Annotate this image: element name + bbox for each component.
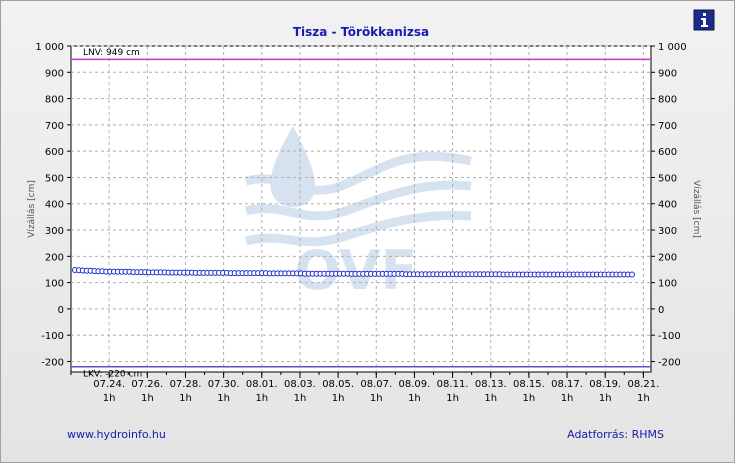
x-tick-time: 1h	[523, 393, 536, 404]
reference-line-label: LNV: 949 cm	[83, 48, 140, 58]
x-tick-date: 08.11.	[437, 379, 469, 390]
x-tick-date: 08.05.	[322, 379, 354, 390]
y-tick-label: 0	[658, 305, 664, 316]
y-axis-right: 1 0009008007006005004003002001000-100-20…	[651, 42, 687, 368]
info-icon[interactable]	[693, 9, 715, 31]
x-tick-date: 08.09.	[399, 379, 431, 390]
y-tick-label: 600	[45, 147, 64, 158]
x-tick-date: 07.26.	[131, 379, 163, 390]
x-tick-time: 1h	[408, 393, 421, 404]
x-tick-time: 1h	[484, 393, 497, 404]
x-tick-date: 08.01.	[246, 379, 278, 390]
x-tick-date: 08.15.	[513, 379, 545, 390]
y-tick-label: -100	[41, 331, 64, 342]
chart-svg: Tisza - Törökkanizsa OVF LNV: 949 cmLKV:…	[27, 9, 715, 441]
y-axis-label-left: Vízállás [cm]	[27, 180, 37, 238]
x-tick-time: 1h	[217, 393, 230, 404]
y-axis-left: 1 0009008007006005004003002001000-100-20…	[35, 42, 71, 368]
x-tick-time: 1h	[179, 393, 192, 404]
x-tick-date: 08.19.	[589, 379, 621, 390]
y-tick-label: 300	[658, 226, 677, 237]
watermark-text: OVF	[294, 239, 417, 302]
x-tick-time: 1h	[370, 393, 383, 404]
y-tick-label: -200	[658, 357, 681, 368]
y-tick-label: 800	[45, 95, 64, 106]
x-tick-time: 1h	[255, 393, 268, 404]
y-axis-label-right: Vízállás [cm]	[691, 180, 701, 238]
x-tick-time: 1h	[294, 393, 307, 404]
x-tick-date: 07.30.	[208, 379, 240, 390]
x-tick-time: 1h	[103, 393, 116, 404]
x-tick-time: 1h	[332, 393, 345, 404]
x-tick-date: 08.13.	[475, 379, 507, 390]
y-tick-label: 400	[45, 200, 64, 211]
y-tick-label: 1 000	[658, 42, 687, 53]
website-link[interactable]: www.hydroinfo.hu	[67, 428, 166, 441]
y-tick-label: 400	[658, 200, 677, 211]
y-tick-label: 900	[658, 68, 677, 79]
y-tick-label: 100	[45, 279, 64, 290]
y-tick-label: 600	[658, 147, 677, 158]
y-tick-label: 800	[658, 95, 677, 106]
x-tick-date: 08.07.	[360, 379, 392, 390]
x-tick-date: 08.03.	[284, 379, 316, 390]
y-tick-label: 500	[45, 173, 64, 184]
x-tick-date: 07.24.	[93, 379, 125, 390]
y-tick-label: 700	[658, 121, 677, 132]
y-tick-label: 100	[658, 279, 677, 290]
x-tick-date: 08.17.	[551, 379, 583, 390]
chart-title: Tisza - Törökkanizsa	[293, 25, 429, 39]
y-tick-label: 200	[45, 252, 64, 263]
x-axis: 07.24. 1h 07.26. 1h 07.28. 1h 07.30. 1h 08.01. 1h…	[70, 372, 659, 404]
data-source: Adatforrás: RHMS	[567, 428, 664, 441]
x-tick-time: 1h	[561, 393, 574, 404]
chart-window: Tisza - Törökkanizsa OVF LNV: 949 cm LKV:…	[0, 0, 735, 463]
x-tick-time: 1h	[446, 393, 459, 404]
y-tick-label: 500	[658, 173, 677, 184]
x-tick-time: 1h	[599, 393, 612, 404]
y-tick-label: 0	[58, 305, 64, 316]
data-point	[629, 271, 635, 278]
y-tick-label: 200	[658, 252, 677, 263]
x-tick-date: 07.28.	[170, 379, 202, 390]
y-tick-label: 1 000	[35, 42, 64, 53]
x-tick-time: 1h	[637, 393, 650, 404]
y-tick-label: -200	[41, 357, 64, 368]
x-tick-time: 1h	[141, 393, 154, 404]
y-tick-label: -100	[658, 331, 681, 342]
x-tick-date: 08.21.	[627, 379, 659, 390]
y-tick-label: 900	[45, 68, 64, 79]
y-tick-label: 300	[45, 226, 64, 237]
y-tick-label: 700	[45, 121, 64, 132]
